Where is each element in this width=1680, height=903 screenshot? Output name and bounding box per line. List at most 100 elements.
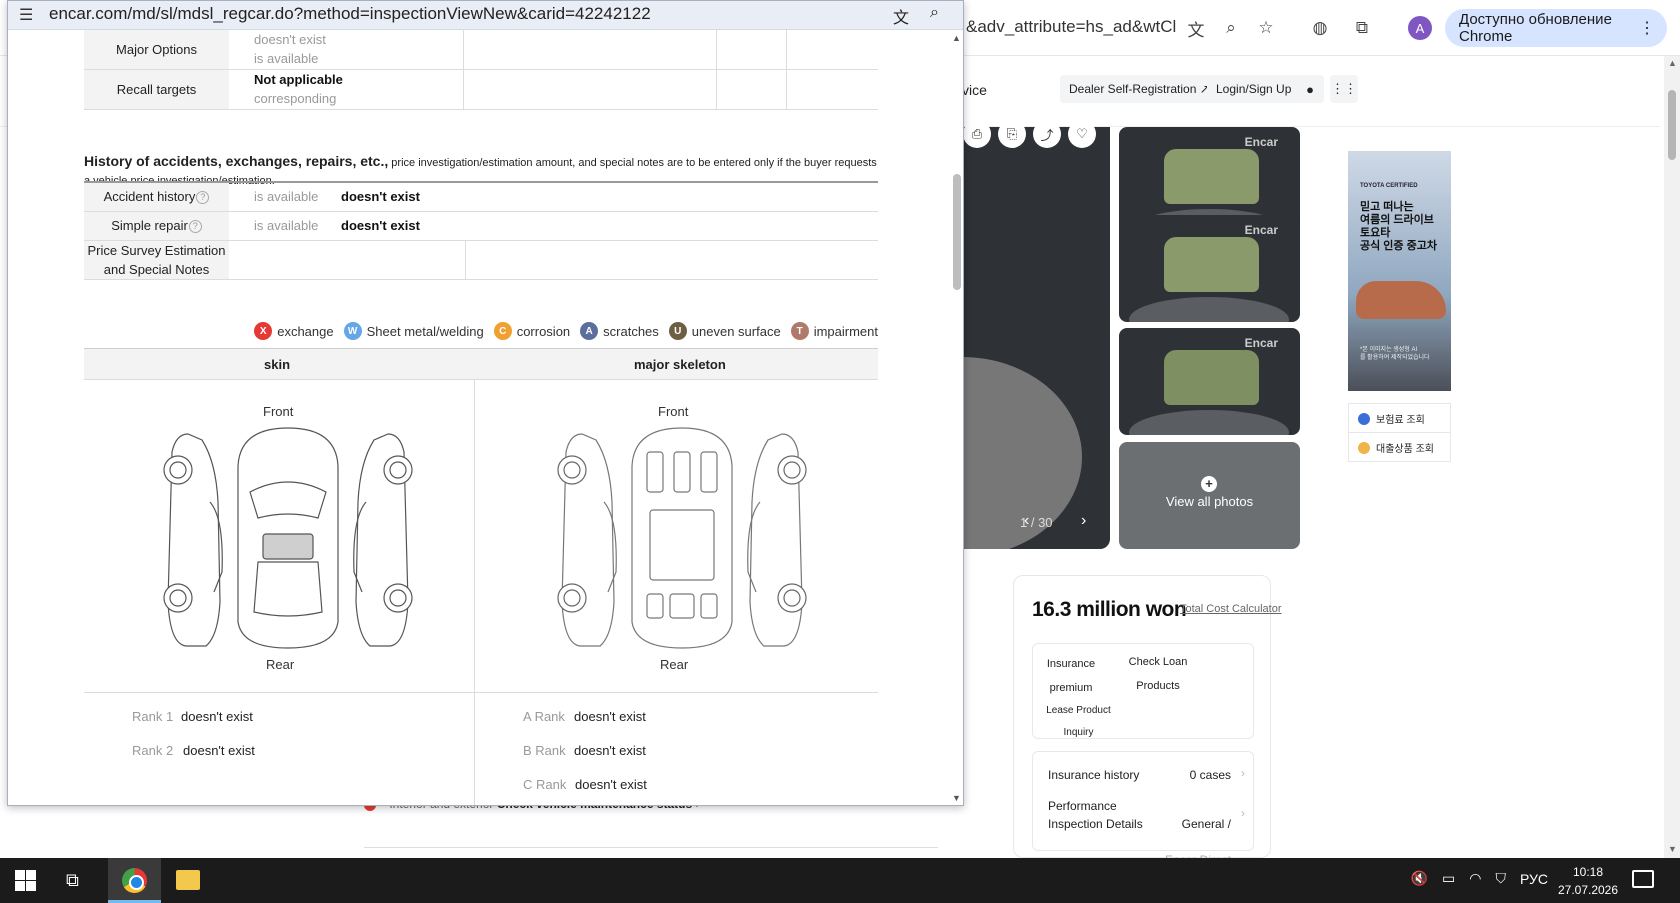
photo-thumbnail[interactable]: Encar [1119,328,1300,435]
print-icon[interactable]: ⎙ [963,120,991,148]
rank-label: Rank 2 [132,743,174,758]
car-skeleton-diagram[interactable] [552,422,812,655]
row-label: Recall targets [84,69,229,110]
legend-marker-icon: X [254,322,273,340]
inspection-popup-window: ☰ encar.com/md/sl/mdsl_regcar.do?method=… [7,0,964,806]
total-cost-calculator-link[interactable]: Total Cost Calculator [1180,603,1282,615]
chrome-taskbar-button[interactable] [108,858,161,903]
price-survey-value [229,240,466,280]
popup-url[interactable]: encar.com/md/sl/mdsl_regcar.do?method=in… [49,4,651,24]
share-icon[interactable]: ⤴ [1033,120,1061,148]
scroll-down-icon[interactable]: ▼ [952,793,961,803]
zoom-icon[interactable]: ⌕ [1219,16,1243,40]
scroll-up-icon[interactable]: ▲ [1668,58,1677,68]
translate-icon[interactable]: 文 [1184,16,1208,40]
windows-start-icon[interactable] [15,870,36,891]
insurance-lookup-label: 보험료 조회 [1376,414,1425,426]
legend-label: uneven surface [691,323,781,339]
bookmark-star-icon[interactable]: ☆ [1254,16,1278,40]
zoom-icon[interactable]: ⌕ [930,4,939,22]
file-explorer-icon[interactable] [176,870,200,890]
rank-label: A Rank [523,709,565,724]
photo-thumbnail[interactable]: Encar [1119,215,1300,322]
profile-avatar[interactable]: A [1408,16,1432,40]
photo-counter: 1 / 30 [1020,515,1053,530]
volume-muted-icon[interactable]: 🔇 [1411,870,1428,887]
row-label: Accident history? [84,183,229,212]
loan-lookup-link[interactable]: 대출상품 조회 [1348,432,1451,462]
rank-label: B Rank [523,743,566,758]
inspection-report: Major Options doesn't exist is available… [8,30,949,805]
chrome-update-button[interactable]: Доступно обновление Chrome ⋮ [1445,9,1667,47]
notifications-icon[interactable] [1632,870,1654,888]
system-tray: 🔇 ▭ ◠ ⛉ РУС [1411,870,1548,887]
photo-next-arrow-icon[interactable]: › [1081,512,1086,530]
insurance-lookup-link[interactable]: 보험료 조회 [1348,403,1451,433]
lease-inquiry-button[interactable]: Lease Product Inquiry [1041,700,1116,744]
wifi-icon[interactable]: ◠ [1469,870,1481,887]
rear-label: Rear [660,657,689,672]
skeleton-header: major skeleton [634,357,726,372]
print-alt-icon[interactable]: ⎘ [998,120,1026,148]
rank-value: doesn't exist [181,709,253,724]
task-view-icon[interactable]: ⧉ [66,870,79,891]
help-icon[interactable]: ? [196,191,210,205]
table-row: Major Options doesn't exist is available [84,30,878,70]
translate-icon[interactable]: 文 [893,4,909,28]
ad-copy: 믿고 떠나는 여름의 드라이브 토요타 공식 인증 중고차 [1360,201,1437,252]
scroll-thumb[interactable] [1668,90,1676,160]
chevron-right-icon[interactable]: › [1241,806,1245,820]
legend-marker-icon: T [790,322,809,340]
row-value: doesn't exist [341,211,878,241]
check-loan-button[interactable]: Check Loan Products [1123,650,1193,698]
battery-icon[interactable]: ▭ [1442,870,1455,887]
chevron-right-icon[interactable]: › [1241,766,1245,780]
insurance-history-label: Insurance history [1048,768,1140,782]
option-line: is available [254,51,319,67]
legend-marker-icon: U [668,322,687,340]
nav-partial-text[interactable]: vice [962,82,987,98]
options-table: Major Options doesn't exist is available… [84,30,878,110]
login-button[interactable]: Login/Sign Up [1207,75,1301,103]
legend-label: scratches [603,323,659,339]
site-settings-icon[interactable]: ☰ [19,5,33,25]
dealer-registration-button[interactable]: Dealer Self-Registration ↗ [1060,75,1219,103]
option-line: doesn't exist [254,32,326,48]
main-car-photo[interactable] [962,127,1110,549]
scroll-down-icon[interactable]: ▼ [1668,844,1677,854]
row-values: Not applicable corresponding [229,69,464,110]
address-bar-url[interactable]: &adv_attribute=hs_ad&wtCli... [966,17,1176,37]
car-skin-diagram[interactable] [158,422,418,655]
legend-item: W Sheet metal/welding [343,320,484,342]
insurance-history-value[interactable]: 0 cases [1190,766,1231,784]
view-all-photos-thumbnail[interactable]: + View all photos [1119,442,1300,549]
page-scrollbar[interactable]: ▲ ▼ [1664,56,1680,858]
help-icon[interactable]: ? [188,220,202,234]
globe-icon[interactable]: ◍ [1308,16,1332,40]
extensions-icon[interactable]: ⧉ [1350,16,1374,40]
rank-label: C Rank [523,777,567,792]
scroll-up-icon[interactable]: ▲ [952,33,961,43]
row-value: doesn't exist [341,183,878,212]
security-icon[interactable]: ⛉ [1495,870,1506,887]
divider [474,380,475,805]
table-row: Recall targets Not applicable correspond… [84,69,878,110]
language-indicator[interactable]: РУС [1520,871,1548,887]
popup-scrollbar[interactable]: ▲ ▼ [949,30,963,805]
watermark: Encar [1244,223,1278,237]
front-label: Front [263,404,294,419]
row-values: doesn't exist is available [229,30,464,70]
scroll-thumb[interactable] [953,174,961,290]
performance-inspection-label: Performance Inspection Details [1048,799,1143,831]
option-line: corresponding [254,91,337,106]
clock[interactable]: 10:18 27.07.2026 [1548,863,1628,899]
chat-icon[interactable]: ● [1296,75,1324,103]
apps-grid-icon[interactable]: ⋮⋮ [1330,75,1358,103]
more-vertical-icon[interactable]: ⋮ [1639,18,1655,38]
insurance-premium-button[interactable]: Insurance premium [1041,652,1101,700]
legend-item: Uuneven surface [668,320,781,342]
toyota-ad-banner[interactable]: TOYOTA CERTIFIED 믿고 떠나는 여름의 드라이브 토요타 공식 … [1348,151,1451,391]
favorite-heart-icon[interactable]: ♡ [1068,120,1096,148]
history-box: Insurance history 0 cases › Performance … [1032,751,1254,867]
rank-value: doesn't exist [183,743,255,758]
